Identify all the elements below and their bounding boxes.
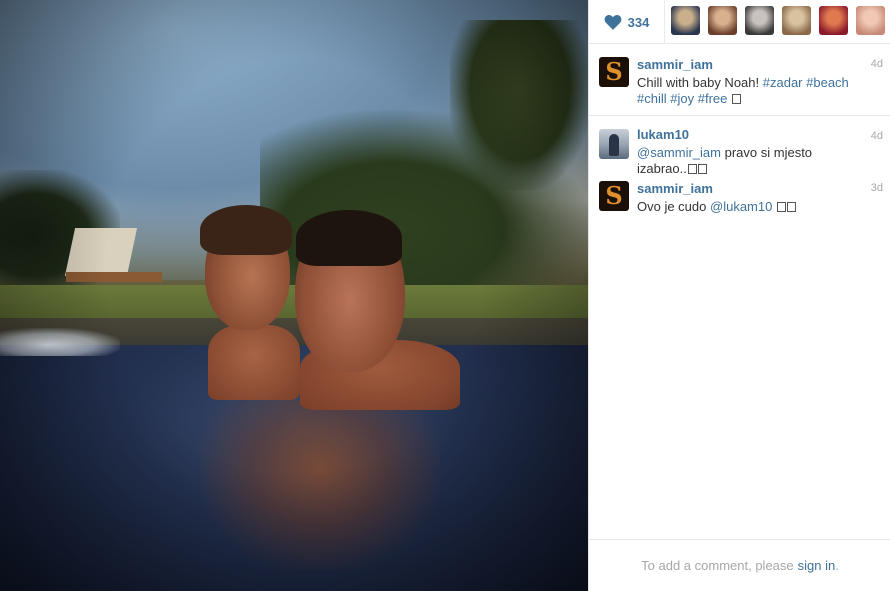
post-sidebar: 334 S sammir_iam 4d Chill with baby Noah… (588, 0, 890, 591)
liker-avatars (671, 6, 885, 35)
comment-username[interactable]: sammir_iam (637, 57, 713, 72)
caption-comment: S sammir_iam 4d Chill with baby Noah! #z… (589, 44, 890, 116)
avatar[interactable]: S (599, 57, 629, 87)
hashtag-link[interactable]: #chill (637, 91, 667, 106)
comment-timestamp: 4d (870, 58, 883, 70)
emoji-glyph-icon (786, 202, 796, 212)
comment-body: Ovo je cudo (637, 199, 707, 214)
liker-avatar-2[interactable] (708, 6, 737, 35)
likes-bar: 334 (589, 0, 890, 44)
avatar[interactable] (599, 129, 629, 159)
comment-footer: To add a comment, please sign in. (589, 539, 890, 591)
comment: lukam10 4d @sammir_iam pravo si mjesto i… (589, 116, 890, 176)
liker-avatar-5[interactable] (819, 6, 848, 35)
comment-username[interactable]: sammir_iam (637, 181, 713, 196)
comment: S sammir_iam 3d Ovo je cudo @lukam10 (589, 176, 890, 236)
comment-list: S sammir_iam 4d Chill with baby Noah! #z… (589, 44, 890, 539)
post-photo (0, 0, 588, 591)
sign-in-link[interactable]: sign in (798, 558, 836, 573)
liker-avatar-4[interactable] (782, 6, 811, 35)
liker-avatar-3[interactable] (745, 6, 774, 35)
emoji-glyph-icon (687, 164, 697, 174)
liker-avatar-1[interactable] (671, 6, 700, 35)
comment-timestamp: 4d (870, 130, 883, 142)
like-count: 334 (627, 14, 650, 30)
avatar[interactable]: S (599, 181, 629, 211)
hashtag-link[interactable]: #zadar (763, 75, 803, 90)
caption-plain-text: Chill with baby Noah! (637, 75, 760, 90)
hashtag-link[interactable]: #free (698, 91, 728, 106)
emoji-glyph-icon (697, 164, 707, 174)
comment-timestamp: 3d (870, 182, 883, 194)
like-button[interactable]: 334 (589, 0, 665, 44)
photo-vignette (0, 0, 588, 591)
footer-prompt: To add a comment, please (641, 558, 794, 573)
comment-text: @sammir_iam pravo si mjesto izabrao.. (637, 145, 859, 177)
footer-period: . (835, 558, 839, 573)
emoji-glyph-icon (732, 94, 741, 104)
hashtag-link[interactable]: #joy (670, 91, 694, 106)
emoji-glyph-icon (776, 202, 786, 212)
heart-icon (604, 14, 622, 30)
mention-link[interactable]: @lukam10 (710, 199, 772, 214)
comment-username[interactable]: lukam10 (637, 127, 689, 142)
comment-text: Ovo je cudo @lukam10 (637, 199, 859, 215)
caption-text: Chill with baby Noah! #zadar #beach #chi… (637, 75, 859, 107)
hashtag-link[interactable]: #beach (806, 75, 849, 90)
mention-link[interactable]: @sammir_iam (637, 145, 721, 160)
liker-avatar-6[interactable] (856, 6, 885, 35)
